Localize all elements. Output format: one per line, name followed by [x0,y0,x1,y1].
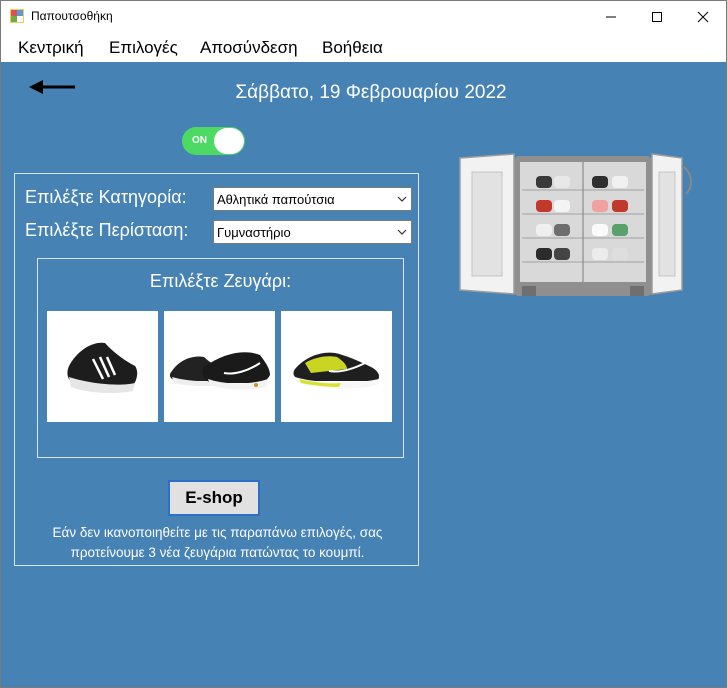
menu-item-help[interactable]: Βοήθεια [322,38,383,58]
occasion-select[interactable]: Γυμναστήριο [213,220,412,244]
occasion-label: Επιλέξτε Περίσταση: [25,220,189,240]
pair-selection-box: Επιλέξτε Ζευγάρι: [37,258,404,458]
shoe-option-3[interactable] [281,311,392,422]
shoe-option-2[interactable] [164,311,275,422]
occasion-value: Γυμναστήριο [217,225,291,240]
title-bar: Παπουτσοθήκη [1,1,726,32]
pair-title: Επιλέξτε Ζευγάρι: [149,271,292,291]
date-label: Σάββατο, 19 Φεβρουαρίου 2022 [235,82,507,103]
maximize-button[interactable] [634,1,680,32]
close-icon [697,11,709,22]
menu-item-logout[interactable]: Αποσύνδεση [200,38,298,58]
on-off-toggle[interactable]: ON [182,127,245,155]
back-arrow-icon[interactable] [29,78,77,96]
app-icon [10,9,24,23]
suggestion-note: Εάν δεν ικανοποιηθείτε με τις παραπάνω ε… [52,525,383,560]
menu-item-home[interactable]: Κεντρική [18,38,84,58]
minimize-button[interactable] [588,1,634,32]
chevron-down-icon [397,229,407,235]
maximize-icon [652,11,662,22]
main-panel: Σάββατο, 19 Φεβρουαρίου 2022 ON Επιλέξτε… [1,62,726,687]
volt-yellow-black-sneaker-icon [293,352,379,389]
black-white-stripe-sneaker-icon [67,342,138,394]
shoe-cabinet-image [459,153,692,296]
menu-item-options[interactable]: Επιλογές [109,38,178,58]
menu-bar: Κεντρική Επιλογές Αποσύνδεση Βοήθεια [1,32,726,62]
category-select[interactable]: Αθλητικά παπούτσια [213,187,412,211]
toggle-label: ON [192,135,207,146]
app-window: Παπουτσοθήκη Κεντρική Επιλογές Αποσύνδεσ… [0,0,727,688]
category-label: Επιλέξτε Κατηγορία: [25,187,187,207]
chevron-down-icon [397,196,407,202]
black-white-swoosh-sneaker-icon [169,352,270,390]
window-title: Παπουτσοθήκη [31,9,113,23]
minimize-icon [606,16,616,17]
selection-panel: Επιλέξτε Κατηγορία: Αθλητικά παπούτσια Ε… [14,173,419,566]
close-button[interactable] [680,1,726,32]
toggle-knob [214,128,244,154]
category-value: Αθλητικά παπούτσια [217,192,335,207]
shoe-option-1[interactable] [47,311,158,422]
eshop-button[interactable]: E-shop [168,480,260,516]
